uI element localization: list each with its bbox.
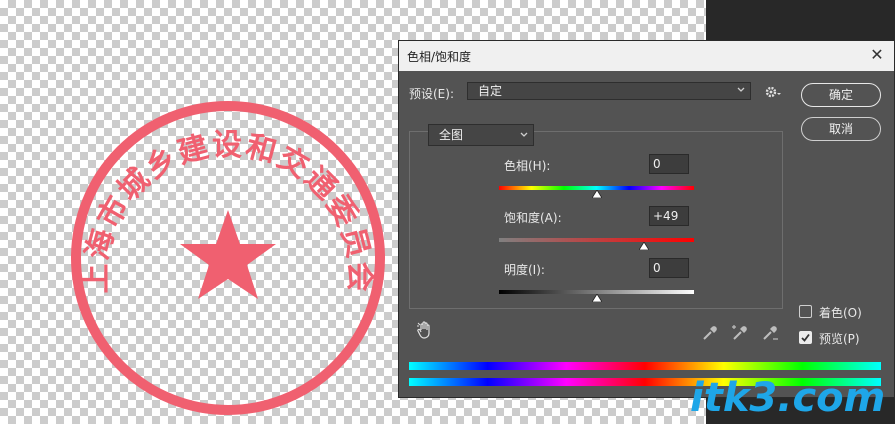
preset-value: 自定 (478, 84, 503, 98)
cancel-button[interactable]: 取消 (801, 117, 881, 141)
preset-label: 预设(E): (409, 87, 454, 101)
eyedropper-icon[interactable] (701, 324, 719, 342)
adjustment-group (409, 131, 783, 309)
hue-input[interactable]: 0 (649, 154, 689, 174)
preview-label: 预览(P) (819, 332, 860, 346)
seal-stamp: 上海市城乡建设和交通委员会 (71, 101, 385, 415)
lightness-slider-thumb[interactable] (591, 294, 602, 302)
hand-icon[interactable] (417, 321, 433, 339)
chevron-down-icon (520, 132, 528, 137)
input-color-spectrum (409, 362, 881, 370)
chevron-down-icon (737, 87, 745, 92)
colorize-label: 着色(O) (819, 306, 862, 320)
channel-select[interactable]: 全图 (428, 124, 534, 146)
watermark-text: itk3.com (690, 375, 886, 421)
star-icon (180, 210, 276, 299)
hue-saturation-dialog: 色相/饱和度 ✕ 预设(E): 自定 确定 取消 全图 色相(H): 0 饱和度… (398, 40, 895, 398)
check-icon (801, 333, 810, 342)
lightness-input[interactable]: 0 (649, 258, 689, 278)
close-icon[interactable]: ✕ (868, 46, 886, 64)
saturation-slider-thumb[interactable] (639, 242, 650, 250)
preset-select[interactable]: 自定 (467, 82, 751, 100)
dialog-title: 色相/饱和度 (407, 49, 472, 64)
eyedropper-minus-icon[interactable] (761, 324, 779, 342)
channel-value: 全图 (439, 128, 464, 142)
watermark: itk3.com (690, 374, 890, 422)
preview-checkbox[interactable] (799, 331, 812, 344)
eyedropper-plus-icon[interactable] (731, 324, 749, 342)
gear-icon[interactable] (765, 85, 781, 99)
hue-slider-thumb[interactable] (591, 190, 602, 198)
saturation-label: 饱和度(A): (504, 211, 562, 225)
saturation-input[interactable]: +49 (649, 206, 689, 226)
dialog-titlebar[interactable]: 色相/饱和度 ✕ (399, 41, 894, 71)
colorize-checkbox[interactable] (799, 305, 812, 318)
saturation-slider-track[interactable] (499, 238, 694, 242)
hue-label: 色相(H): (504, 159, 551, 173)
ok-button[interactable]: 确定 (801, 83, 881, 107)
lightness-label: 明度(I): (504, 263, 545, 277)
